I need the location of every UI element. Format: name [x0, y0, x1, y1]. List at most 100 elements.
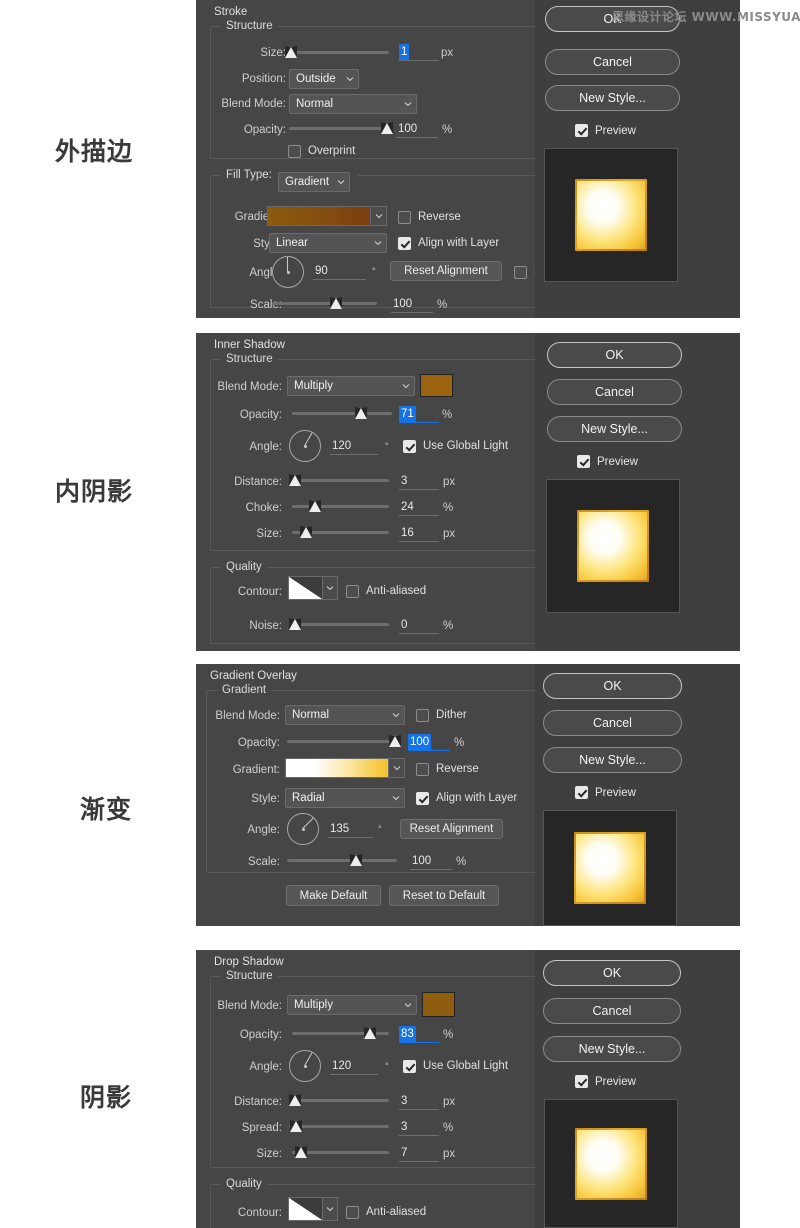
gradient-overlay-angle-dial[interactable] [287, 813, 319, 845]
gradient-overlay-gradient-swatch[interactable] [285, 758, 405, 778]
drop-shadow-spread-value[interactable]: 3 [399, 1119, 439, 1136]
new-style-button[interactable]: New Style... [547, 416, 682, 442]
drop-shadow-distance-slider[interactable] [289, 1094, 389, 1108]
reset-to-default-button[interactable]: Reset to Default [389, 885, 499, 906]
preview-checkbox[interactable] [577, 455, 590, 468]
slider-thumb[interactable] [295, 1146, 307, 1158]
stroke-angle-dial[interactable] [272, 256, 304, 288]
inner-shadow-choke-value[interactable]: 24 [399, 499, 439, 516]
inner-shadow-angle-dial[interactable] [289, 430, 321, 462]
slider-thumb[interactable] [289, 1094, 301, 1106]
reverse-checkbox[interactable] [398, 210, 411, 224]
use-global-light-checkbox[interactable] [403, 439, 416, 453]
drop-shadow-blendmode-select[interactable]: Multiply [287, 995, 417, 1015]
preview-row[interactable]: Preview [575, 1075, 636, 1088]
chevron-down-icon[interactable] [370, 207, 386, 225]
slider-thumb[interactable] [364, 1027, 376, 1039]
slider-thumb[interactable] [289, 618, 301, 630]
stroke-angle-value[interactable]: 90 [313, 263, 366, 280]
cancel-button[interactable]: Cancel [545, 49, 680, 75]
drop-shadow-distance-value[interactable]: 3 [399, 1093, 439, 1110]
inner-shadow-antialiased-row[interactable]: Anti-aliased [346, 584, 426, 598]
cancel-button[interactable]: Cancel [547, 379, 682, 405]
stroke-reset-alignment-button[interactable]: Reset Alignment [390, 261, 502, 281]
new-style-button[interactable]: New Style... [543, 747, 682, 773]
slider-thumb[interactable] [330, 297, 342, 309]
drop-shadow-antialiased-row[interactable]: Anti-aliased [346, 1205, 426, 1219]
preview-row[interactable]: Preview [577, 455, 638, 468]
preview-checkbox[interactable] [575, 124, 588, 137]
gradient-overlay-align-row[interactable]: Align with Layer [416, 791, 517, 805]
overprint-checkbox[interactable] [288, 144, 301, 158]
drop-shadow-contour-picker[interactable] [288, 1197, 338, 1221]
gradient-overlay-reverse-row[interactable]: Reverse [416, 762, 479, 776]
inner-shadow-opacity-field[interactable]: 71 [399, 406, 439, 423]
stroke-opacity-slider[interactable] [289, 122, 393, 136]
slider-thumb[interactable] [355, 407, 367, 419]
anti-aliased-checkbox[interactable] [346, 584, 359, 598]
slider-thumb[interactable] [289, 474, 301, 486]
inner-shadow-size-value[interactable]: 16 [399, 525, 439, 542]
stroke-filltype-select[interactable]: Gradient [278, 172, 350, 192]
slider-thumb[interactable] [300, 526, 312, 538]
use-global-light-checkbox[interactable] [403, 1059, 416, 1073]
drop-shadow-angle-dial[interactable] [289, 1050, 321, 1082]
drop-shadow-global-light-row[interactable]: Use Global Light [403, 1059, 508, 1073]
inner-shadow-angle-value[interactable]: 120 [330, 438, 378, 455]
stroke-scale-value[interactable]: 100 [391, 296, 433, 313]
chevron-down-icon[interactable] [388, 759, 404, 777]
drop-shadow-opacity-field[interactable]: 83 [399, 1026, 439, 1043]
stroke-scale-slider[interactable] [272, 297, 377, 311]
gradient-overlay-scale-slider[interactable] [287, 854, 397, 868]
inner-shadow-opacity-slider[interactable] [292, 407, 392, 421]
dither-checkbox[interactable] [514, 265, 527, 279]
gradient-overlay-scale-value[interactable]: 100 [410, 853, 452, 870]
inner-shadow-contour-picker[interactable] [288, 576, 338, 600]
reverse-checkbox[interactable] [416, 762, 429, 776]
preview-checkbox[interactable] [575, 1075, 588, 1088]
stroke-size-slider[interactable] [285, 46, 389, 60]
gradient-overlay-angle-value[interactable]: 135 [328, 821, 373, 838]
stroke-blendmode-select[interactable]: Normal [289, 94, 417, 114]
slider-thumb[interactable] [285, 46, 297, 58]
preview-row[interactable]: Preview [575, 786, 636, 799]
drop-shadow-opacity-slider[interactable] [292, 1027, 389, 1041]
ok-button[interactable]: OK [543, 673, 682, 699]
align-with-layer-checkbox[interactable] [398, 236, 411, 250]
slider-thumb[interactable] [389, 735, 401, 747]
drop-shadow-size-slider[interactable] [292, 1146, 389, 1160]
anti-aliased-checkbox[interactable] [346, 1205, 359, 1219]
preview-row[interactable]: Preview [575, 124, 636, 137]
preview-checkbox[interactable] [575, 786, 588, 799]
stroke-position-select[interactable]: Outside [289, 69, 359, 89]
inner-shadow-noise-value[interactable]: 0 [399, 617, 439, 634]
slider-thumb[interactable] [350, 854, 362, 866]
inner-shadow-distance-slider[interactable] [289, 474, 389, 488]
new-style-button[interactable]: New Style... [543, 1036, 681, 1062]
gradient-overlay-style-select[interactable]: Radial [285, 788, 405, 808]
stroke-opacity-value[interactable]: 100 [396, 121, 438, 138]
drop-shadow-color-swatch[interactable] [422, 992, 455, 1017]
slider-thumb[interactable] [309, 500, 321, 512]
ok-button[interactable]: OK [547, 342, 682, 368]
gradient-overlay-reset-alignment-button[interactable]: Reset Alignment [400, 819, 503, 839]
inner-shadow-choke-slider[interactable] [292, 500, 389, 514]
drop-shadow-size-value[interactable]: 7 [399, 1145, 439, 1162]
drop-shadow-angle-value[interactable]: 120 [330, 1058, 378, 1075]
gradient-overlay-dither-row[interactable]: Dither [416, 708, 467, 722]
inner-shadow-distance-value[interactable]: 3 [399, 473, 439, 490]
new-style-button[interactable]: New Style... [545, 85, 680, 111]
stroke-reverse-row[interactable]: Reverse [398, 210, 461, 224]
cancel-button[interactable]: Cancel [543, 998, 681, 1024]
align-with-layer-checkbox[interactable] [416, 791, 429, 805]
slider-thumb[interactable] [290, 1120, 302, 1132]
cancel-button[interactable]: Cancel [543, 710, 682, 736]
stroke-overprint-row[interactable]: Overprint [288, 144, 355, 158]
inner-shadow-color-swatch[interactable] [420, 374, 453, 397]
ok-button[interactable]: OK [543, 960, 681, 986]
make-default-button[interactable]: Make Default [286, 885, 381, 906]
inner-shadow-global-light-row[interactable]: Use Global Light [403, 439, 508, 453]
inner-shadow-blendmode-select[interactable]: Multiply [287, 376, 415, 396]
inner-shadow-noise-slider[interactable] [289, 618, 389, 632]
chevron-down-icon[interactable] [322, 577, 337, 599]
